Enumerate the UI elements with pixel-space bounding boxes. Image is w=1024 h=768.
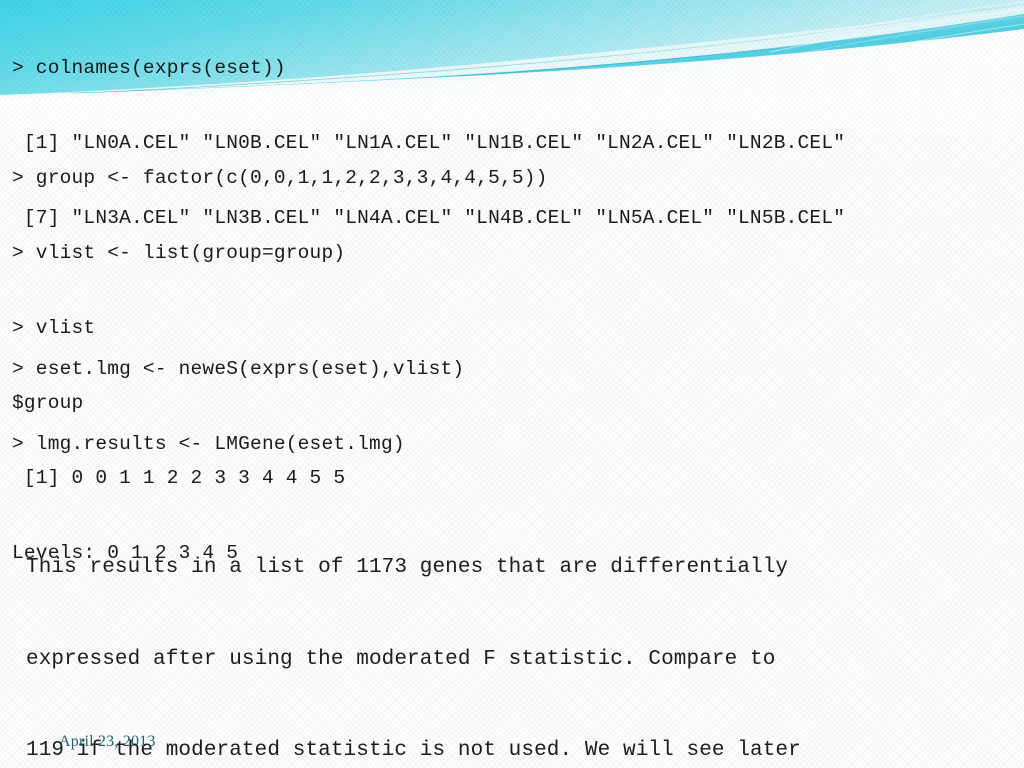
console-line: > colnames(exprs(eset)) — [12, 57, 286, 79]
body-text-line: This results in a list of 1173 genes tha… — [26, 556, 789, 579]
console-line: > lmg.results <- LMGene(eset.lmg) — [12, 433, 405, 455]
console-output-lmgene: > eset.lmg <- neweS(exprs(eset),vlist) >… — [12, 307, 464, 507]
footer-date: April 23, 2013 — [59, 733, 156, 750]
body-text-line: expressed after using the moderated F st… — [26, 647, 776, 671]
slide-canvas: > colnames(exprs(eset)) [1] "LN0A.CEL" "… — [0, 0, 1024, 768]
console-line: > vlist <- list(group=group) — [12, 242, 346, 264]
slide-body-text: This results in a list of 1173 genes tha… — [26, 492, 801, 768]
console-line: > group <- factor(c(0,0,1,1,2,2,3,3,4,4,… — [12, 167, 548, 189]
console-line: > eset.lmg <- neweS(exprs(eset),vlist) — [12, 358, 465, 380]
